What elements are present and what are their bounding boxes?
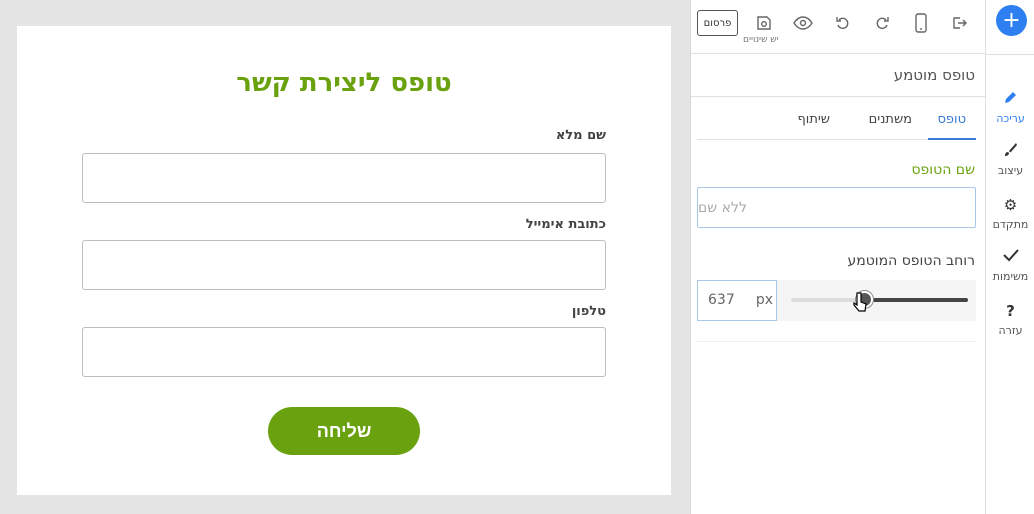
rail-item-advanced[interactable]: ⚙ מתקדם [986,196,1034,231]
width-value: 637 [708,292,735,308]
rail-item-label: מתקדם [992,218,1029,231]
phone-input[interactable] [82,327,606,377]
rail-item-label: עריכה [996,112,1025,125]
canvas-area: טופס ליצירת קשר שם מלא כתובת אימייל טלפו… [0,0,690,514]
pencil-icon [986,90,1034,110]
rail-item-tasks[interactable]: משימות [986,248,1034,283]
add-button[interactable]: + [996,5,1027,36]
active-tab-indicator [928,138,976,140]
rail-item-design[interactable]: עיצוב [986,142,1034,177]
field-label-full-name[interactable]: שם מלא [556,128,606,143]
publish-button[interactable]: פרסום [697,10,738,36]
divider [986,54,1034,55]
width-unit: px [755,292,773,308]
form-name-input[interactable]: ללא שם [697,187,976,228]
rail-item-label: משימות [992,270,1029,283]
redo-icon[interactable] [871,12,893,34]
help-icon: ? [1006,302,1015,320]
form-preview[interactable]: טופס ליצירת קשר שם מלא כתובת אימייל טלפו… [17,26,671,495]
email-input[interactable] [82,240,606,290]
exit-icon[interactable] [948,12,970,34]
full-name-input[interactable] [82,153,606,203]
check-icon [986,248,1034,268]
field-label-phone[interactable]: טלפון [572,304,606,319]
tab-variables[interactable]: משתנים [869,112,912,127]
mobile-icon[interactable] [910,12,932,34]
gear-icon: ⚙ [1003,196,1018,214]
rail-item-label: עיצוב [997,164,1024,177]
field-label-email[interactable]: כתובת אימייל [526,217,606,232]
rail-item-label: עזרה [998,324,1023,337]
tab-form[interactable]: טופס [937,112,966,127]
rail-item-edit[interactable]: עריכה [986,90,1034,125]
editor-panel: פרסום יש שינויים טופס מוטמע טופס משתנים … [690,0,986,514]
undo-icon[interactable] [832,12,854,34]
preview-eye-icon[interactable] [792,12,814,34]
form-title[interactable]: טופס ליצירת קשר [17,68,671,98]
rail-item-help[interactable]: ? עזרה [986,302,1034,337]
width-slider-fill [864,298,968,302]
toolbar: פרסום יש שינויים [691,0,986,54]
unsaved-changes-label: יש שינויים [743,35,779,45]
side-rail: + עריכה עיצוב ⚙ מתקדם משימות ? עזרה [985,0,1034,514]
form-name-label: שם הטופס [911,162,975,178]
panel-tabs: טופס משתנים שיתוף [697,97,976,140]
mouse-cursor-icon [853,292,867,316]
width-slider[interactable] [791,291,968,308]
form-width-label: רוחב הטופס המוטמע [847,253,975,269]
panel-title: טופס מוטמע [893,66,975,84]
save-icon[interactable] [753,12,775,34]
form-width-input[interactable]: 637 px [697,280,777,321]
form-width-control: 637 px [697,280,976,321]
plus-icon: + [1002,7,1021,33]
submit-button[interactable]: שליחה [268,407,420,455]
divider [697,341,976,342]
brush-icon [986,142,1034,162]
tab-sharing[interactable]: שיתוף [797,112,830,127]
